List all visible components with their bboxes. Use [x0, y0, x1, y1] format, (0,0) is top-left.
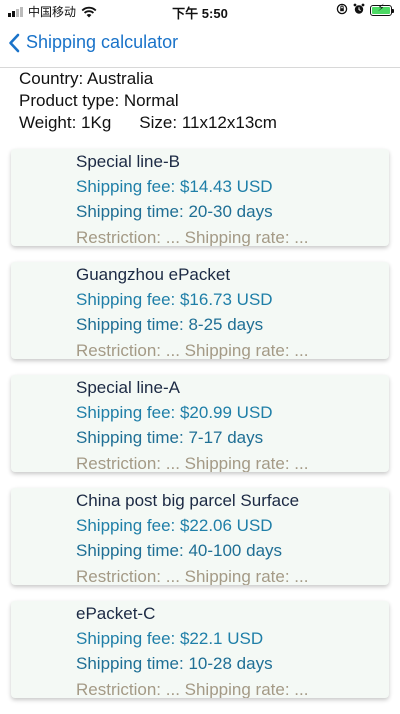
shipping-option-card[interactable]: Special line-A Shipping fee: $20.99 USD …: [11, 375, 389, 472]
option-restriction: Restriction: ... Shipping rate: ...: [76, 454, 309, 472]
battery-charging-icon: ⚡: [370, 3, 394, 16]
chevron-left-icon: [8, 33, 20, 53]
status-right: ⚡: [336, 3, 394, 18]
option-restriction: Restriction: ... Shipping rate: ...: [76, 680, 309, 698]
alarm-icon: [353, 3, 365, 18]
weight-text: Weight: 1Kg: [19, 113, 112, 132]
option-fee: Shipping fee: $14.43 USD: [76, 177, 273, 196]
page-title: Shipping calculator: [26, 32, 179, 52]
option-name: Guangzhou ePacket: [76, 265, 231, 284]
orientation-lock-icon: [336, 3, 348, 18]
shipping-options-list: Special line-B Shipping fee: $14.43 USD …: [11, 149, 389, 714]
product-type-text: Product type: Normal: [19, 91, 179, 110]
option-time: Shipping time: 7-17 days: [76, 428, 264, 447]
option-time: Shipping time: 20-30 days: [76, 202, 273, 221]
option-time: Shipping time: 8-25 days: [76, 315, 264, 334]
option-fee: Shipping fee: $22.1 USD: [76, 629, 264, 648]
option-name: ePacket-C: [76, 604, 156, 623]
option-time: Shipping time: 10-28 days: [76, 654, 273, 673]
status-bar: 中国移动 下午 5:50 ⚡: [0, 0, 400, 22]
option-restriction: Restriction: ... Shipping rate: ...: [76, 228, 309, 246]
option-fee: Shipping fee: $20.99 USD: [76, 403, 273, 422]
shipping-option-card[interactable]: Special line-B Shipping fee: $14.43 USD …: [11, 149, 389, 246]
shipping-option-card[interactable]: Guangzhou ePacket Shipping fee: $16.73 U…: [11, 262, 389, 359]
shipping-option-card[interactable]: China post big parcel Surface Shipping f…: [11, 488, 389, 585]
option-name: China post big parcel Surface: [76, 491, 300, 510]
shipping-option-card[interactable]: ePacket-C Shipping fee: $22.1 USD Shippi…: [11, 601, 389, 698]
option-name: Special line-B: [76, 152, 180, 171]
option-fee: Shipping fee: $22.06 USD: [76, 516, 273, 535]
option-time: Shipping time: 40-100 days: [76, 541, 283, 560]
shipment-summary: Country: Australia Product type: Normal …: [19, 68, 277, 134]
country-text: Country: Australia: [19, 69, 154, 88]
option-restriction: Restriction: ... Shipping rate: ...: [76, 567, 309, 585]
option-restriction: Restriction: ... Shipping rate: ...: [76, 341, 309, 359]
option-fee: Shipping fee: $16.73 USD: [76, 290, 273, 309]
back-button[interactable]: Shipping calculator: [8, 32, 178, 53]
option-name: Special line-A: [76, 378, 180, 397]
size-text: Size: 11x12x13cm: [139, 113, 277, 132]
nav-bar: Shipping calculator: [0, 22, 400, 68]
weight-size-row: Weight: 1Kg Size: 11x12x13cm: [19, 112, 277, 134]
